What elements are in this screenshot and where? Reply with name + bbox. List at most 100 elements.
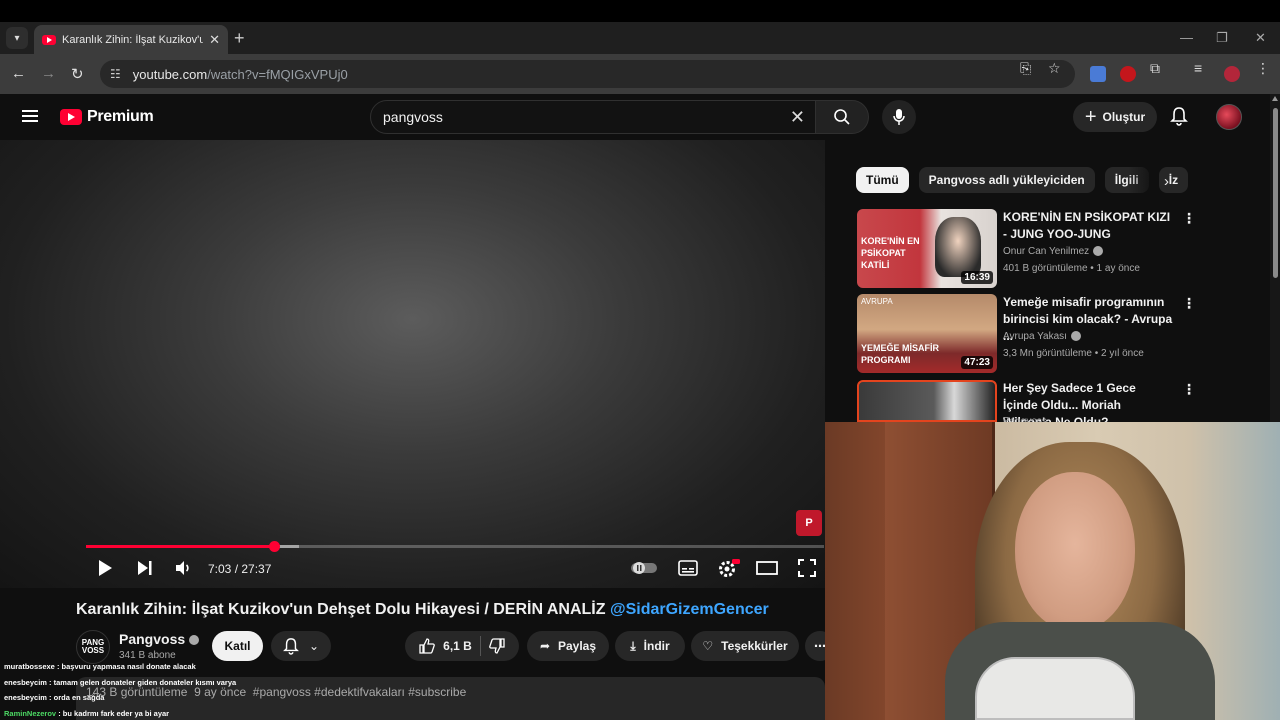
browser-menu-kebab-icon[interactable]: ⋮ [1256, 60, 1270, 77]
settings-gear-icon[interactable] [718, 559, 740, 579]
webcam-headset [975, 657, 1135, 720]
related-thumbnail[interactable]: KORE'NİN EN PSİKOPAT KATİLİ 16:39 [857, 209, 997, 288]
title-mention-link[interactable]: @SidarGizemGencer [610, 601, 769, 618]
account-avatar[interactable] [1216, 104, 1242, 130]
channel-watermark[interactable]: P [796, 510, 822, 536]
share-arrow-icon: ➦ [539, 639, 550, 653]
autoplay-toggle-icon[interactable] [630, 561, 658, 575]
dislike-thumb-icon[interactable] [489, 638, 505, 654]
logo-label: Premium [87, 108, 154, 125]
chip-all[interactable]: Tümü [856, 167, 909, 193]
tab-close-icon[interactable]: ✕ [209, 32, 220, 48]
address-bar[interactable]: ☷ youtube.com/watch?v=fMQIGxVPUj0 [100, 60, 1075, 88]
browser-toolbar: ← → ↻ ☷ youtube.com/watch?v=fMQIGxVPUj0 … [0, 54, 1280, 94]
new-tab-plus-icon[interactable]: + [234, 29, 245, 47]
youtube-logo-icon [60, 109, 82, 125]
create-button[interactable]: + Oluştur [1073, 102, 1157, 132]
download-button[interactable]: ⤓ İndir [615, 631, 685, 661]
scrollbar-thumb[interactable] [1273, 108, 1278, 278]
install-app-icon[interactable]: ⎘ [1020, 60, 1031, 77]
media-controls-icon[interactable]: ≡ [1194, 60, 1202, 76]
scroll-up-arrow-icon[interactable] [1272, 96, 1278, 101]
related-channel[interactable]: Onur Can Yenilmez [1003, 246, 1104, 257]
play-icon[interactable] [96, 559, 114, 577]
verified-badge-icon [189, 635, 200, 646]
like-dislike-group: 6,1 B [405, 631, 519, 661]
video-player[interactable] [0, 140, 825, 588]
youtube-premium-logo[interactable]: Premium [60, 108, 154, 126]
chip-from-uploader[interactable]: Pangvoss adlı yükleyiciden [918, 167, 1095, 193]
channel-name[interactable]: Pangvoss [119, 631, 200, 647]
progress-bar[interactable] [86, 541, 824, 552]
webcam-overlay [825, 422, 1280, 720]
extensions-puzzle-icon[interactable]: ⧉ [1150, 60, 1160, 77]
chips-next-chevron-icon[interactable]: › [1164, 173, 1169, 190]
chips-fade [1128, 167, 1158, 193]
channel-avatar[interactable]: PANG VOSS [76, 630, 110, 664]
thanks-button[interactable]: ♡ Teşekkürler [691, 631, 799, 661]
heart-dollar-icon: ♡ [702, 639, 714, 653]
related-menu-kebab-icon[interactable]: ⋮ [1182, 381, 1196, 398]
like-count[interactable]: 6,1 B [443, 639, 472, 653]
profile-avatar-icon[interactable] [1224, 66, 1240, 82]
duration-badge: 47:23 [961, 356, 993, 369]
search-value: pangvoss [383, 109, 443, 125]
related-channel[interactable]: Avrupa Yakası [1003, 331, 1081, 342]
bookmark-star-icon[interactable]: ☆ [1048, 60, 1061, 77]
site-info-tune-icon[interactable]: ☷ [110, 67, 121, 81]
webcam-person-face [1015, 472, 1135, 632]
theater-mode-icon[interactable] [756, 559, 778, 577]
microphone-icon [893, 109, 905, 125]
subscriber-count: 341 B abone [119, 650, 176, 661]
related-menu-kebab-icon[interactable]: ⋮ [1182, 210, 1196, 227]
related-title[interactable]: KORE'NİN EN PSİKOPAT KIZI - JUNG YOO-JUN… [1003, 209, 1173, 243]
voice-search-button[interactable] [882, 100, 916, 134]
youtube-favicon-icon [42, 34, 56, 45]
related-thumbnail[interactable] [857, 380, 997, 422]
search-icon [834, 109, 850, 125]
share-button[interactable]: ➦ Paylaş [527, 631, 609, 661]
video-title: Karanlık Zihin: İlşat Kuzikov'un Dehşet … [76, 601, 769, 618]
back-arrow-icon[interactable]: ← [11, 65, 26, 82]
thumbnail-portrait [935, 217, 981, 277]
thumbnail-caption: KORE'NİN EN PSİKOPAT KATİLİ [861, 236, 920, 270]
window-minimize-icon[interactable]: — [1180, 30, 1193, 45]
like-thumb-icon[interactable] [419, 638, 435, 654]
window-close-icon[interactable]: ✕ [1255, 30, 1266, 46]
progress-played [86, 545, 275, 548]
reload-icon[interactable]: ↻ [71, 65, 84, 83]
notifications-bell-icon[interactable] [1170, 106, 1188, 131]
chat-message: enesbeycim : orda en sağda [4, 693, 105, 702]
next-video-icon[interactable] [136, 559, 154, 577]
subscription-bell-button[interactable]: ⌄ [271, 631, 331, 661]
browser-tab-bar: ▾ Karanlık Zihin: İlşat Kuzikov'un Dehşe… [0, 22, 1280, 54]
youtube-header: Premium pangvoss ✕ + Oluştur [0, 94, 1270, 140]
like-divider [479, 636, 481, 656]
related-thumbnail[interactable]: AVRUPA YEMEĞE MİSAFİR PROGRAMI 47:23 [857, 294, 997, 373]
subtitles-icon[interactable] [678, 559, 698, 577]
related-meta: 401 B görüntüleme • 1 ay önce [1003, 263, 1140, 274]
join-button[interactable]: Katıl [212, 631, 263, 661]
hamburger-menu-icon[interactable] [22, 110, 38, 122]
forward-arrow-icon[interactable]: → [41, 65, 56, 82]
search-button[interactable] [815, 100, 869, 134]
clear-search-icon[interactable]: ✕ [790, 107, 805, 128]
translate-extension-icon[interactable] [1090, 66, 1106, 82]
address-url: youtube.com/watch?v=fMQIGxVPUj0 [132, 66, 348, 82]
screen-top-strip [0, 0, 1280, 22]
browser-tab-active[interactable]: Karanlık Zihin: İlşat Kuzikov'un Dehşet … [34, 25, 228, 54]
volume-icon[interactable] [174, 559, 192, 577]
chevron-down-icon: ⌄ [308, 639, 320, 653]
extension-red-icon[interactable] [1120, 66, 1136, 82]
time-display: 7:03 / 27:37 [208, 562, 272, 576]
fullscreen-icon[interactable] [798, 559, 816, 577]
verified-badge-icon [1070, 331, 1081, 342]
create-label: Oluştur [1102, 110, 1146, 124]
plus-icon: + [1084, 106, 1097, 128]
window-restore-icon[interactable]: ❐ [1216, 30, 1228, 46]
search-input[interactable]: pangvoss ✕ [370, 100, 816, 134]
share-label: Paylaş [558, 639, 597, 653]
duration-badge: 16:39 [961, 271, 993, 284]
tab-search-chevron-down-icon[interactable]: ▾ [6, 27, 28, 49]
related-menu-kebab-icon[interactable]: ⋮ [1182, 295, 1196, 312]
